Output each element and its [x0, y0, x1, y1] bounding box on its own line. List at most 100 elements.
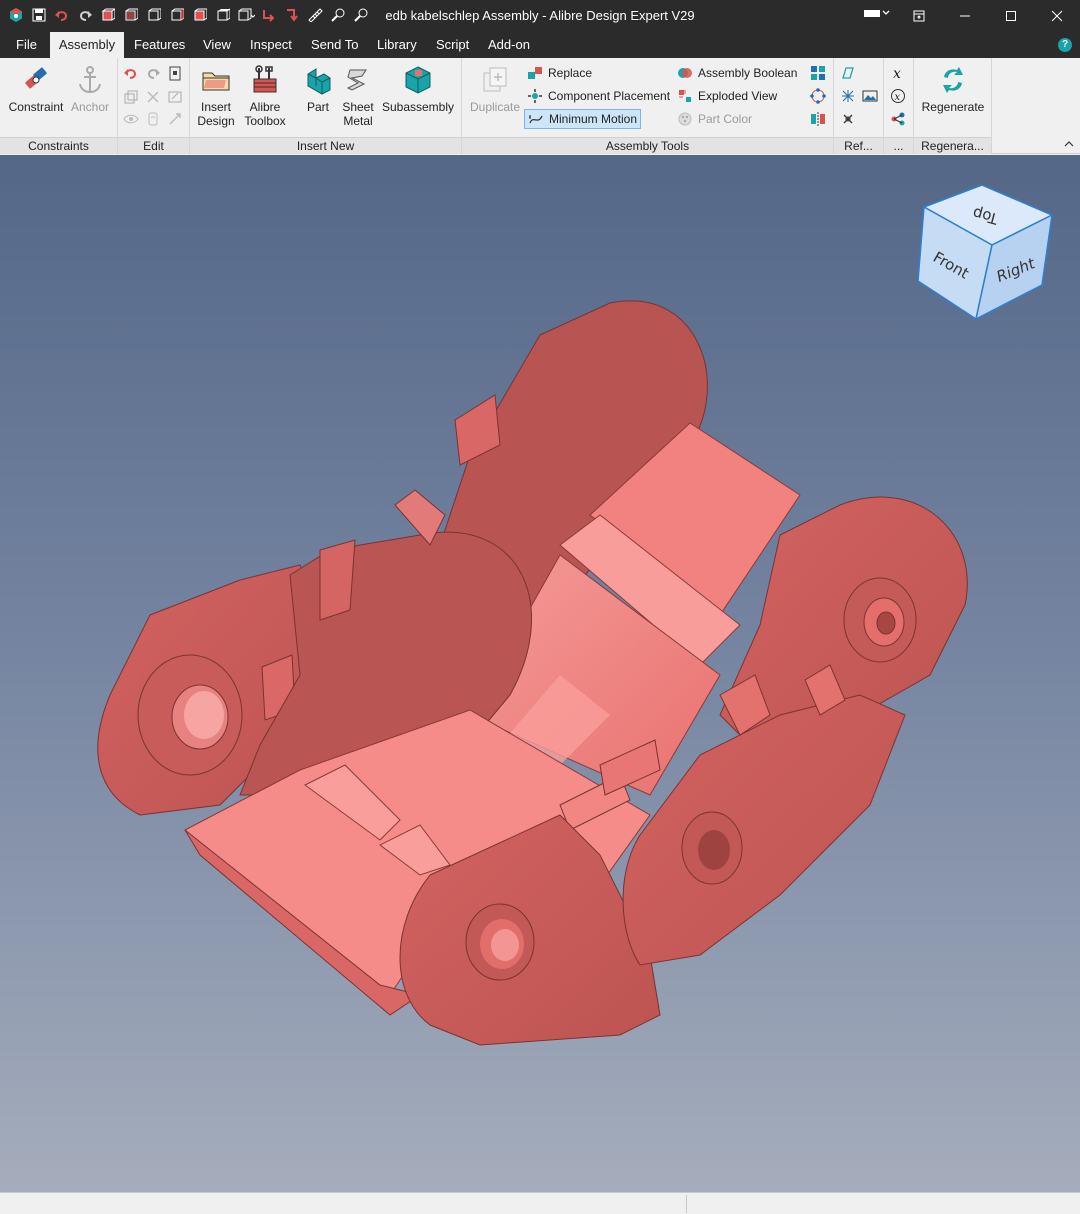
alibre-toolbox-button[interactable]: Alibre Toolbox	[240, 62, 290, 128]
duplicate-label: Duplicate	[469, 100, 521, 114]
help-icon[interactable]: ?	[1058, 38, 1072, 52]
edit-paste-icon[interactable]	[166, 64, 184, 82]
pan-icon[interactable]	[259, 4, 279, 26]
edit-properties-icon[interactable]	[166, 88, 184, 106]
insert-design-button[interactable]: Insert Design	[194, 62, 238, 128]
grid-pattern-icon[interactable]	[809, 64, 827, 82]
anchor-icon	[79, 66, 101, 94]
maximize-icon[interactable]	[988, 0, 1034, 32]
assembly-boolean-button[interactable]: Assembly Boolean	[674, 63, 800, 83]
minimum-motion-button[interactable]: Minimum Motion	[524, 109, 642, 129]
app-logo-icon[interactable]	[6, 4, 26, 26]
design-variables-icon[interactable]: x	[889, 87, 907, 105]
close-icon[interactable]	[1034, 0, 1080, 32]
svg-text:x: x	[895, 92, 901, 103]
exploded-view-button[interactable]: Exploded View	[674, 86, 780, 106]
group-label-equations: ...	[884, 137, 913, 154]
minimize-icon[interactable]	[942, 0, 988, 32]
undo-icon[interactable]	[52, 4, 72, 26]
zoom-fit-icon[interactable]	[328, 4, 348, 26]
group-label-edit: Edit	[118, 137, 189, 154]
view-back-icon[interactable]	[144, 4, 164, 26]
edit-suppress-icon[interactable]	[144, 110, 162, 128]
part-color-icon	[678, 112, 692, 126]
insert-design-label-line2: Design	[197, 114, 235, 128]
toolbox-label-line1: Alibre	[249, 100, 281, 114]
component-placement-button[interactable]: Component Placement	[524, 86, 673, 106]
reference-point-icon[interactable]	[839, 110, 857, 128]
view-cube[interactable]: Top Front Right	[912, 185, 1057, 325]
reference-axis-icon[interactable]	[839, 87, 857, 105]
collapse-ribbon-icon[interactable]	[1064, 139, 1074, 150]
group-equations: x x ...	[884, 58, 914, 154]
view-cube-icon[interactable]	[98, 4, 118, 26]
edit-copy-icon[interactable]	[122, 88, 140, 106]
tab-view[interactable]: View	[195, 32, 239, 58]
sheet-metal-label-line2: Metal	[343, 114, 373, 128]
group-edit: Edit	[118, 58, 190, 154]
equation-editor-icon[interactable]: x	[889, 64, 907, 82]
mirror-icon[interactable]	[809, 110, 827, 128]
exploded-view-label: Exploded View	[698, 89, 778, 103]
regenerate-button[interactable]: Regenerate	[916, 62, 990, 114]
tab-send-to[interactable]: Send To	[303, 32, 366, 58]
view-left-icon[interactable]	[167, 4, 187, 26]
image-icon[interactable]	[861, 87, 879, 105]
assembly-boolean-icon	[678, 68, 692, 78]
edit-visibility-icon[interactable]	[122, 110, 140, 128]
3d-viewport[interactable]: Top Front Right	[0, 155, 1080, 1192]
view-front-icon[interactable]	[121, 4, 141, 26]
tab-file[interactable]: File	[8, 32, 45, 58]
regenerate-label: Regenerate	[921, 100, 985, 114]
subassembly-button[interactable]: Subassembly	[380, 62, 456, 114]
edit-redo-icon[interactable]	[144, 64, 162, 82]
status-bar-divider	[686, 1195, 687, 1213]
tab-assembly[interactable]: Assembly	[50, 32, 124, 58]
anchor-button[interactable]: Anchor	[68, 62, 112, 114]
group-label-regenerate: Regenera...	[914, 137, 991, 154]
tab-library[interactable]: Library	[369, 32, 425, 58]
part-color-button[interactable]: Part Color	[674, 109, 755, 129]
measure-icon[interactable]	[305, 4, 325, 26]
minimum-motion-icon	[529, 115, 543, 124]
group-regenerate: Regenerate Regenera...	[914, 58, 992, 154]
design-explorer-icon[interactable]	[889, 110, 907, 128]
replace-button[interactable]: Replace	[524, 63, 595, 83]
edit-undo-icon[interactable]	[122, 64, 140, 82]
display-mode-dropdown[interactable]	[864, 8, 890, 18]
sheet-metal-label-line1: Sheet	[342, 100, 374, 114]
rotate-icon[interactable]	[282, 4, 302, 26]
group-reference: Ref...	[834, 58, 884, 154]
group-label-insert-new: Insert New	[190, 137, 461, 154]
redo-icon[interactable]	[75, 4, 95, 26]
toolbox-label-line2: Toolbox	[244, 114, 286, 128]
reference-plane-icon[interactable]	[839, 64, 857, 82]
part-button[interactable]: Part	[298, 62, 338, 114]
folder-icon	[202, 72, 230, 91]
constraint-icon	[25, 67, 47, 89]
view-top-icon[interactable]	[213, 4, 233, 26]
save-icon[interactable]	[29, 4, 49, 26]
replace-label: Replace	[548, 66, 593, 80]
tab-add-on[interactable]: Add-on	[480, 32, 538, 58]
tab-inspect[interactable]: Inspect	[242, 32, 300, 58]
sheet-metal-button[interactable]: Sheet Metal	[338, 62, 378, 128]
tab-features[interactable]: Features	[126, 32, 193, 58]
constraint-label: Constraint	[8, 100, 64, 114]
edit-move-icon[interactable]	[166, 110, 184, 128]
part-icon	[307, 68, 331, 95]
duplicate-button[interactable]: Duplicate	[466, 62, 524, 114]
replace-icon	[528, 67, 542, 79]
minimum-motion-label: Minimum Motion	[549, 112, 638, 126]
circular-pattern-icon[interactable]	[809, 87, 827, 105]
tab-script[interactable]: Script	[428, 32, 477, 58]
view-right-icon[interactable]	[190, 4, 210, 26]
view-isometric-icon[interactable]	[236, 4, 256, 26]
edit-delete-icon[interactable]	[144, 88, 162, 106]
ribbon-display-options-icon[interactable]	[896, 0, 942, 32]
exploded-view-icon	[679, 90, 691, 102]
part-color-label: Part Color	[698, 112, 753, 126]
part-label: Part	[306, 100, 329, 114]
zoom-icon[interactable]	[351, 4, 371, 26]
constraint-button[interactable]: Constraint	[6, 62, 66, 114]
